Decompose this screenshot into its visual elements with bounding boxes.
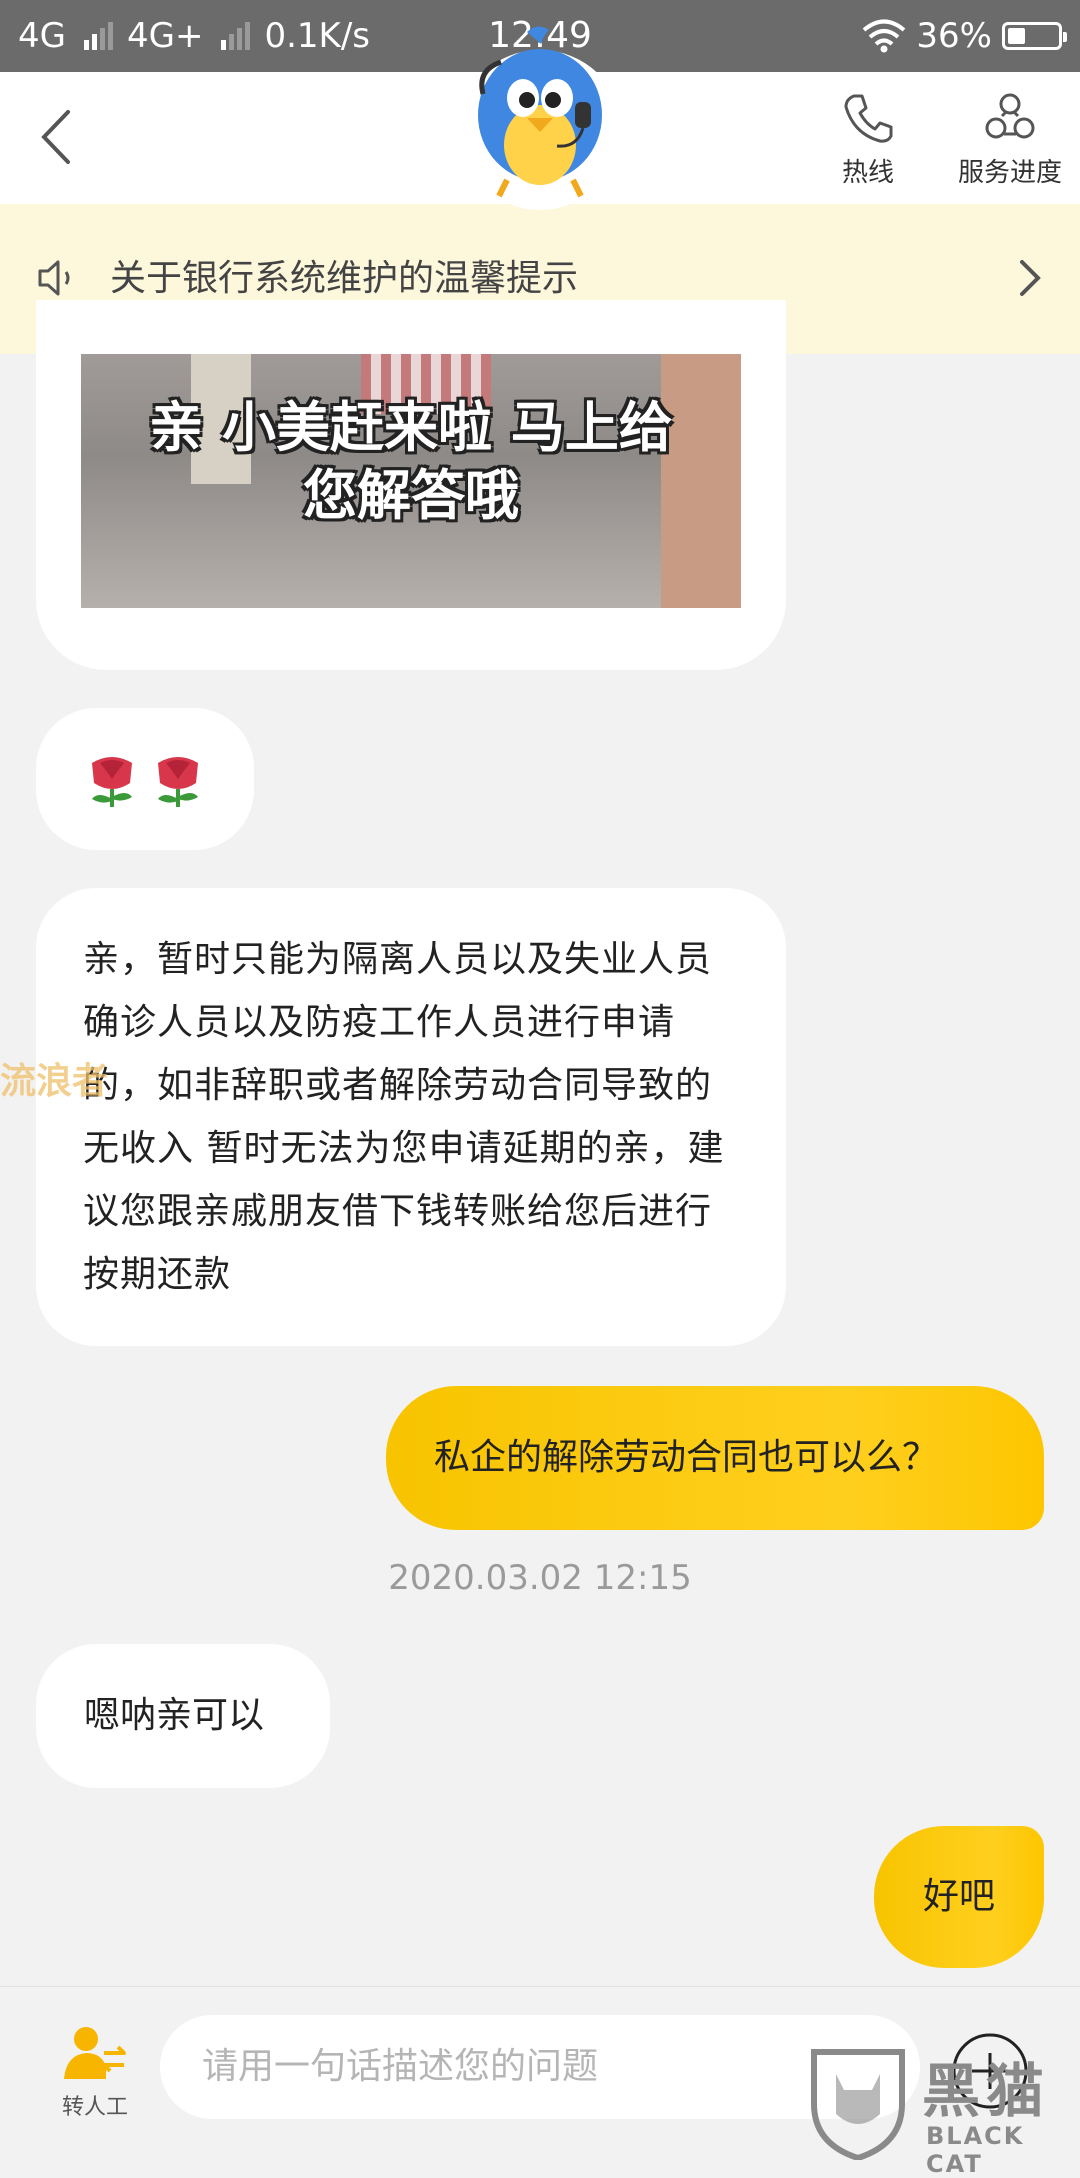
agent-emoji-bubble (36, 708, 254, 850)
watermark-text-left: 流浪者 (0, 1061, 109, 1102)
chevron-right-icon (1020, 260, 1041, 296)
service-progress-icon (985, 93, 1035, 139)
wifi-icon (863, 19, 906, 53)
gif-caption-line2: 您解答哦 (303, 464, 519, 527)
transfer-label: 转人工 (61, 2095, 128, 2120)
transfer-agent-icon (64, 2027, 126, 2079)
message-timestamp: 2020.03.02 12:15 (388, 1558, 692, 1598)
rose-icon (92, 757, 132, 807)
transfer-to-human-button[interactable]: 转人工 (50, 2023, 140, 2121)
service-progress-button[interactable]: 服务进度 (950, 90, 1070, 189)
hotline-button[interactable]: 热线 (828, 90, 908, 189)
user-message-bubble-2: 好吧 (874, 1826, 1044, 1968)
battery-icon (1002, 22, 1067, 50)
rose-icon (158, 757, 198, 807)
user-message-bubble: 私企的解除劳动合同也可以么？ (386, 1386, 1044, 1530)
battery-percent: 36% (916, 16, 992, 56)
service-progress-label: 服务进度 (957, 158, 1062, 188)
phone-icon (844, 94, 893, 143)
mascot-bird-icon (458, 26, 622, 210)
cat-logo-icon (811, 2049, 905, 2160)
blackcat-en: BLACK CAT (926, 2122, 1025, 2178)
agent-message-bubble-2: 嗯呐亲可以 (36, 1644, 330, 1788)
gif-caption-line1: 亲 小美赶来啦 马上给 (149, 396, 673, 459)
agent-message-bubble: 亲，暂时只能为隔离人员以及失业人员确诊人员以及防疫工作人员进行申请的，如非辞职或… (36, 888, 786, 1346)
agent-gif-image: 亲 小美赶来啦 马上给 您解答哦 (81, 354, 741, 608)
speaker-icon (38, 260, 70, 296)
back-icon[interactable] (30, 102, 90, 172)
blackcat-cn: 黑猫 (922, 2057, 1051, 2125)
hotline-label: 热线 (841, 158, 894, 188)
blackcat-watermark: 黑猫 BLACK CAT (806, 2044, 1076, 2178)
